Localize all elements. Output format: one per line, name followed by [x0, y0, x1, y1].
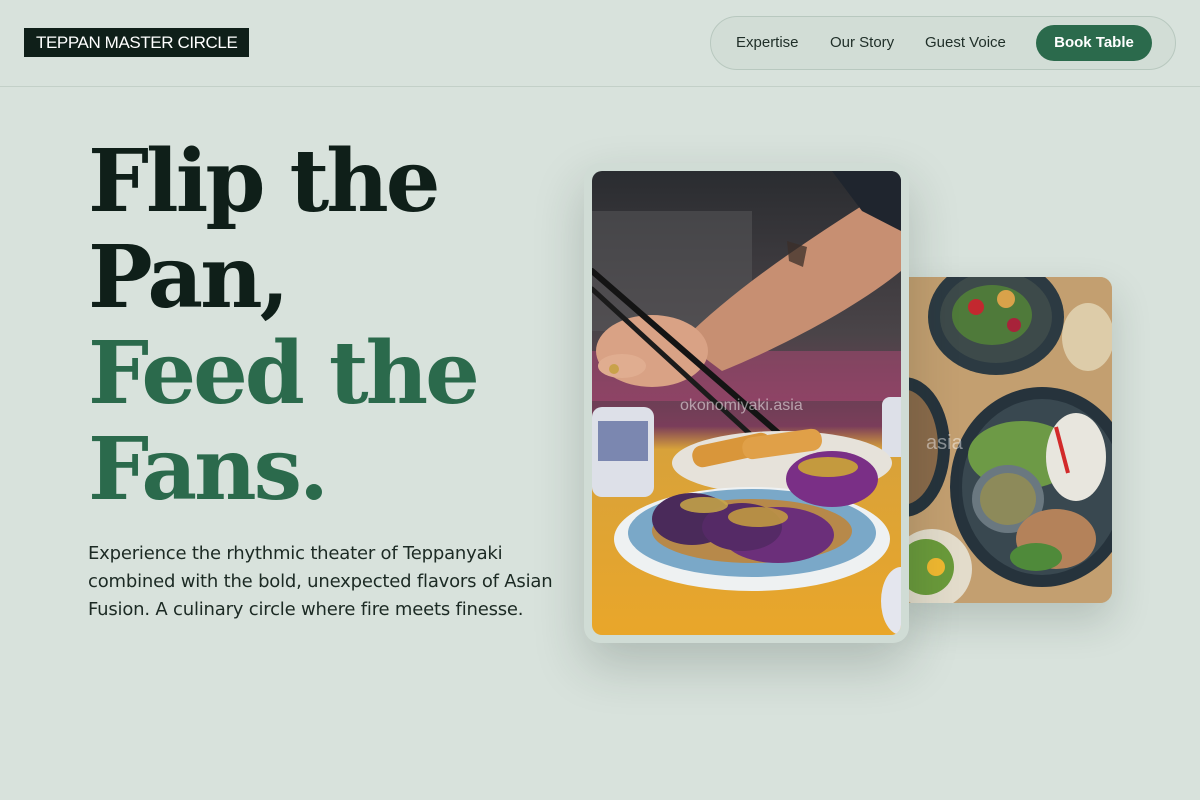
main-dish-card: okonomiyaki.asia: [584, 163, 909, 643]
hero-title-line: Pan,: [88, 227, 290, 328]
site-header: TEPPAN MASTER CIRCLE Expertise Our Story…: [0, 0, 1200, 87]
hero-title-line-accent: Fans.: [88, 419, 329, 520]
book-table-button[interactable]: Book Table: [1036, 25, 1152, 61]
brand-logo[interactable]: TEPPAN MASTER CIRCLE: [24, 28, 250, 57]
main-image-watermark: okonomiyaki.asia: [680, 397, 803, 414]
nav-link-guest-voice[interactable]: Guest Voice: [925, 17, 1006, 69]
eggplant-chopsticks-image: okonomiyaki.asia: [592, 171, 901, 635]
nav-link-our-story[interactable]: Our Story: [830, 17, 894, 69]
side-image-watermark: asia: [926, 432, 964, 454]
hero-description: Experience the rhythmic theater of Teppa…: [88, 543, 553, 620]
main-nav: Expertise Our Story Guest Voice Book Tab…: [710, 16, 1176, 70]
nav-link-expertise[interactable]: Expertise: [736, 17, 799, 69]
hero-title: Flip the Pan, Feed the Fans.: [88, 134, 568, 518]
hero-title-line-accent: Feed the: [88, 323, 480, 424]
hero-title-line: Flip the: [88, 131, 440, 232]
fusion-dishes-image: asia: [896, 277, 1112, 603]
